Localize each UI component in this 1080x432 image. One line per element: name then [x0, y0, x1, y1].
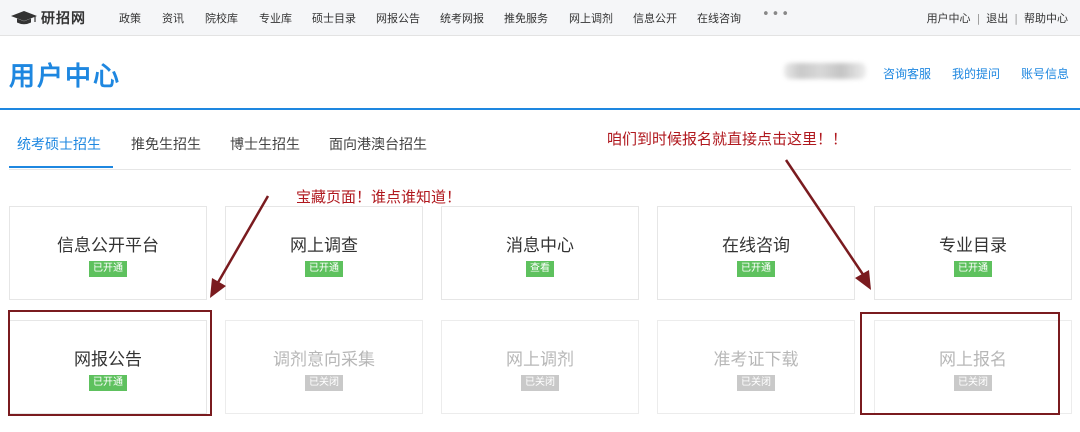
- card-online-adjustment[interactable]: 网上调剂 已关闭: [441, 320, 639, 414]
- card-title: 调剂意向采集: [273, 350, 375, 370]
- card-info-disclosure[interactable]: 信息公开平台 已开通: [9, 206, 207, 300]
- nav-item-info-disclosure[interactable]: 信息公开: [633, 10, 677, 26]
- tab-hk-macao-taiwan[interactable]: 面向港澳台招生: [329, 134, 427, 154]
- logout-link[interactable]: 退出: [986, 12, 1008, 25]
- my-questions-link[interactable]: 我的提问: [952, 65, 1000, 82]
- card-adjustment-intention[interactable]: 调剂意向采集 已关闭: [225, 320, 423, 414]
- card-online-survey[interactable]: 网上调查 已开通: [225, 206, 423, 300]
- card-title: 消息中心: [506, 236, 574, 256]
- logo-text: 研招网: [41, 11, 86, 27]
- status-badge: 已开通: [89, 261, 127, 277]
- blurred-username: [784, 63, 866, 79]
- annotation-right: 咱们到时候报名就直接点击这里！！: [607, 130, 848, 148]
- page-header: 用户中心 咨询客服 我的提问 账号信息: [0, 36, 1080, 110]
- nav-item-policy[interactable]: 政策: [119, 10, 141, 26]
- nav-item-news[interactable]: 资讯: [162, 10, 184, 26]
- card-title: 准考证下载: [713, 350, 799, 370]
- separator: |: [1014, 12, 1018, 25]
- site-logo[interactable]: 研招网: [10, 7, 86, 29]
- user-links: 用户中心 | 退出 | 帮助中心: [927, 10, 1068, 26]
- card-title: 专业目录: [939, 236, 1007, 256]
- card-title: 在线咨询: [722, 236, 790, 256]
- highlight-box-right: [860, 312, 1060, 415]
- card-title: 信息公开平台: [57, 236, 159, 256]
- separator: |: [976, 12, 981, 25]
- card-admission-ticket[interactable]: 准考证下载 已关闭: [657, 320, 855, 414]
- account-info-link[interactable]: 账号信息: [1021, 65, 1069, 82]
- tab-divider: [9, 169, 1071, 170]
- card-message-center[interactable]: 消息中心 查看: [441, 206, 639, 300]
- nav-item-recommendation-service[interactable]: 推免服务: [504, 10, 548, 26]
- nav-item-unified-registration[interactable]: 统考网报: [440, 10, 484, 26]
- status-badge: 已关闭: [521, 375, 559, 391]
- status-badge: 已关闭: [305, 375, 343, 391]
- view-badge[interactable]: 查看: [526, 261, 554, 277]
- customer-service-link[interactable]: 咨询客服: [883, 65, 931, 82]
- card-online-consult[interactable]: 在线咨询 已开通: [657, 206, 855, 300]
- tab-unified-master[interactable]: 统考硕士招生: [17, 134, 101, 154]
- nav-item-schools[interactable]: 院校库: [205, 10, 238, 26]
- page-title: 用户中心: [9, 62, 122, 92]
- status-badge: 已开通: [305, 261, 343, 277]
- more-menu-icon[interactable]: •••: [762, 7, 791, 22]
- nav-item-online-consult[interactable]: 在线咨询: [697, 10, 741, 26]
- top-nav-bar: 研招网 政策 资讯 院校库 专业库 硕士目录 网报公告 统考网报 推免服务 网上…: [0, 0, 1080, 36]
- card-title: 网上调查: [290, 236, 358, 256]
- card-major-catalog[interactable]: 专业目录 已开通: [874, 206, 1072, 300]
- status-badge: 已开通: [954, 261, 992, 277]
- tab-recommended-students[interactable]: 推免生招生: [131, 134, 201, 154]
- help-center-link[interactable]: 帮助中心: [1024, 12, 1068, 25]
- tab-doctoral[interactable]: 博士生招生: [230, 134, 300, 154]
- user-center-link[interactable]: 用户中心: [927, 12, 971, 25]
- card-title: 网上调剂: [506, 350, 574, 370]
- nav-item-master-catalog[interactable]: 硕士目录: [312, 10, 356, 26]
- highlight-box-left: [8, 310, 212, 416]
- nav-item-online-adjustment[interactable]: 网上调剂: [569, 10, 613, 26]
- tab-bar: 统考硕士招生 推免生招生 博士生招生 面向港澳台招生: [0, 112, 1080, 170]
- status-badge: 已开通: [737, 261, 775, 277]
- nav-item-registration-notice[interactable]: 网报公告: [376, 10, 420, 26]
- annotation-left: 宝藏页面！谁点谁知道！: [296, 188, 462, 206]
- active-tab-indicator: [9, 166, 113, 168]
- nav-item-majors[interactable]: 专业库: [259, 10, 292, 26]
- status-badge: 已关闭: [737, 375, 775, 391]
- graduation-cap-icon: [11, 11, 37, 25]
